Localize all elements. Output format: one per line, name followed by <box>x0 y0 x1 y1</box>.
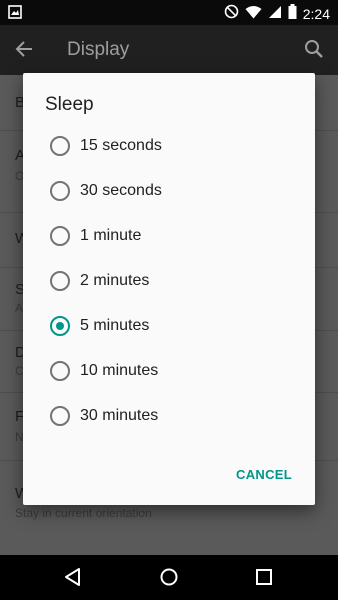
settings-item-summary: A <box>15 301 24 315</box>
image-notification-icon <box>8 5 22 24</box>
recents-icon[interactable] <box>254 567 274 592</box>
radio-button[interactable] <box>50 361 70 381</box>
option-30-seconds[interactable]: 30 seconds <box>50 171 290 211</box>
clock: 2:24 <box>302 6 330 22</box>
option-2-minutes[interactable]: 2 minutes <box>50 261 290 301</box>
home-icon[interactable] <box>159 567 179 592</box>
back-icon[interactable] <box>63 567 83 592</box>
radio-button[interactable] <box>50 406 70 426</box>
option-label: 30 seconds <box>80 182 162 199</box>
option-label: 15 seconds <box>80 137 162 154</box>
radio-button-checked[interactable] <box>50 316 70 336</box>
do-not-disturb-icon <box>224 4 239 24</box>
option-label: 1 minute <box>80 227 142 244</box>
option-label: 5 minutes <box>80 317 150 334</box>
option-5-minutes[interactable]: 5 minutes <box>50 306 290 346</box>
radio-button[interactable] <box>50 271 70 291</box>
back-arrow-icon[interactable] <box>14 39 34 64</box>
search-icon[interactable] <box>304 39 324 64</box>
dialog-title: Sleep <box>45 94 94 115</box>
signal-icon <box>268 5 282 24</box>
radio-button[interactable] <box>50 136 70 156</box>
page-title: Display <box>67 39 130 60</box>
option-15-seconds[interactable]: 15 seconds <box>50 126 290 166</box>
sleep-dialog: Sleep 15 seconds 30 seconds 1 minute 2 m… <box>23 73 315 505</box>
wifi-icon <box>245 5 262 24</box>
app-bar: Display <box>0 25 338 75</box>
option-label: 2 minutes <box>80 272 150 289</box>
option-10-minutes[interactable]: 10 minutes <box>50 351 290 391</box>
battery-icon <box>288 4 297 24</box>
cancel-button[interactable]: CANCEL <box>236 467 292 482</box>
option-30-minutes[interactable]: 30 minutes <box>50 396 290 436</box>
option-1-minute[interactable]: 1 minute <box>50 216 290 256</box>
navigation-bar <box>0 555 338 600</box>
settings-item-summary: Stay in current orientation <box>15 506 152 520</box>
status-bar: 2:24 <box>0 0 338 25</box>
option-label: 10 minutes <box>80 362 159 379</box>
radio-button[interactable] <box>50 226 70 246</box>
option-label: 30 minutes <box>80 407 159 424</box>
radio-button[interactable] <box>50 181 70 201</box>
